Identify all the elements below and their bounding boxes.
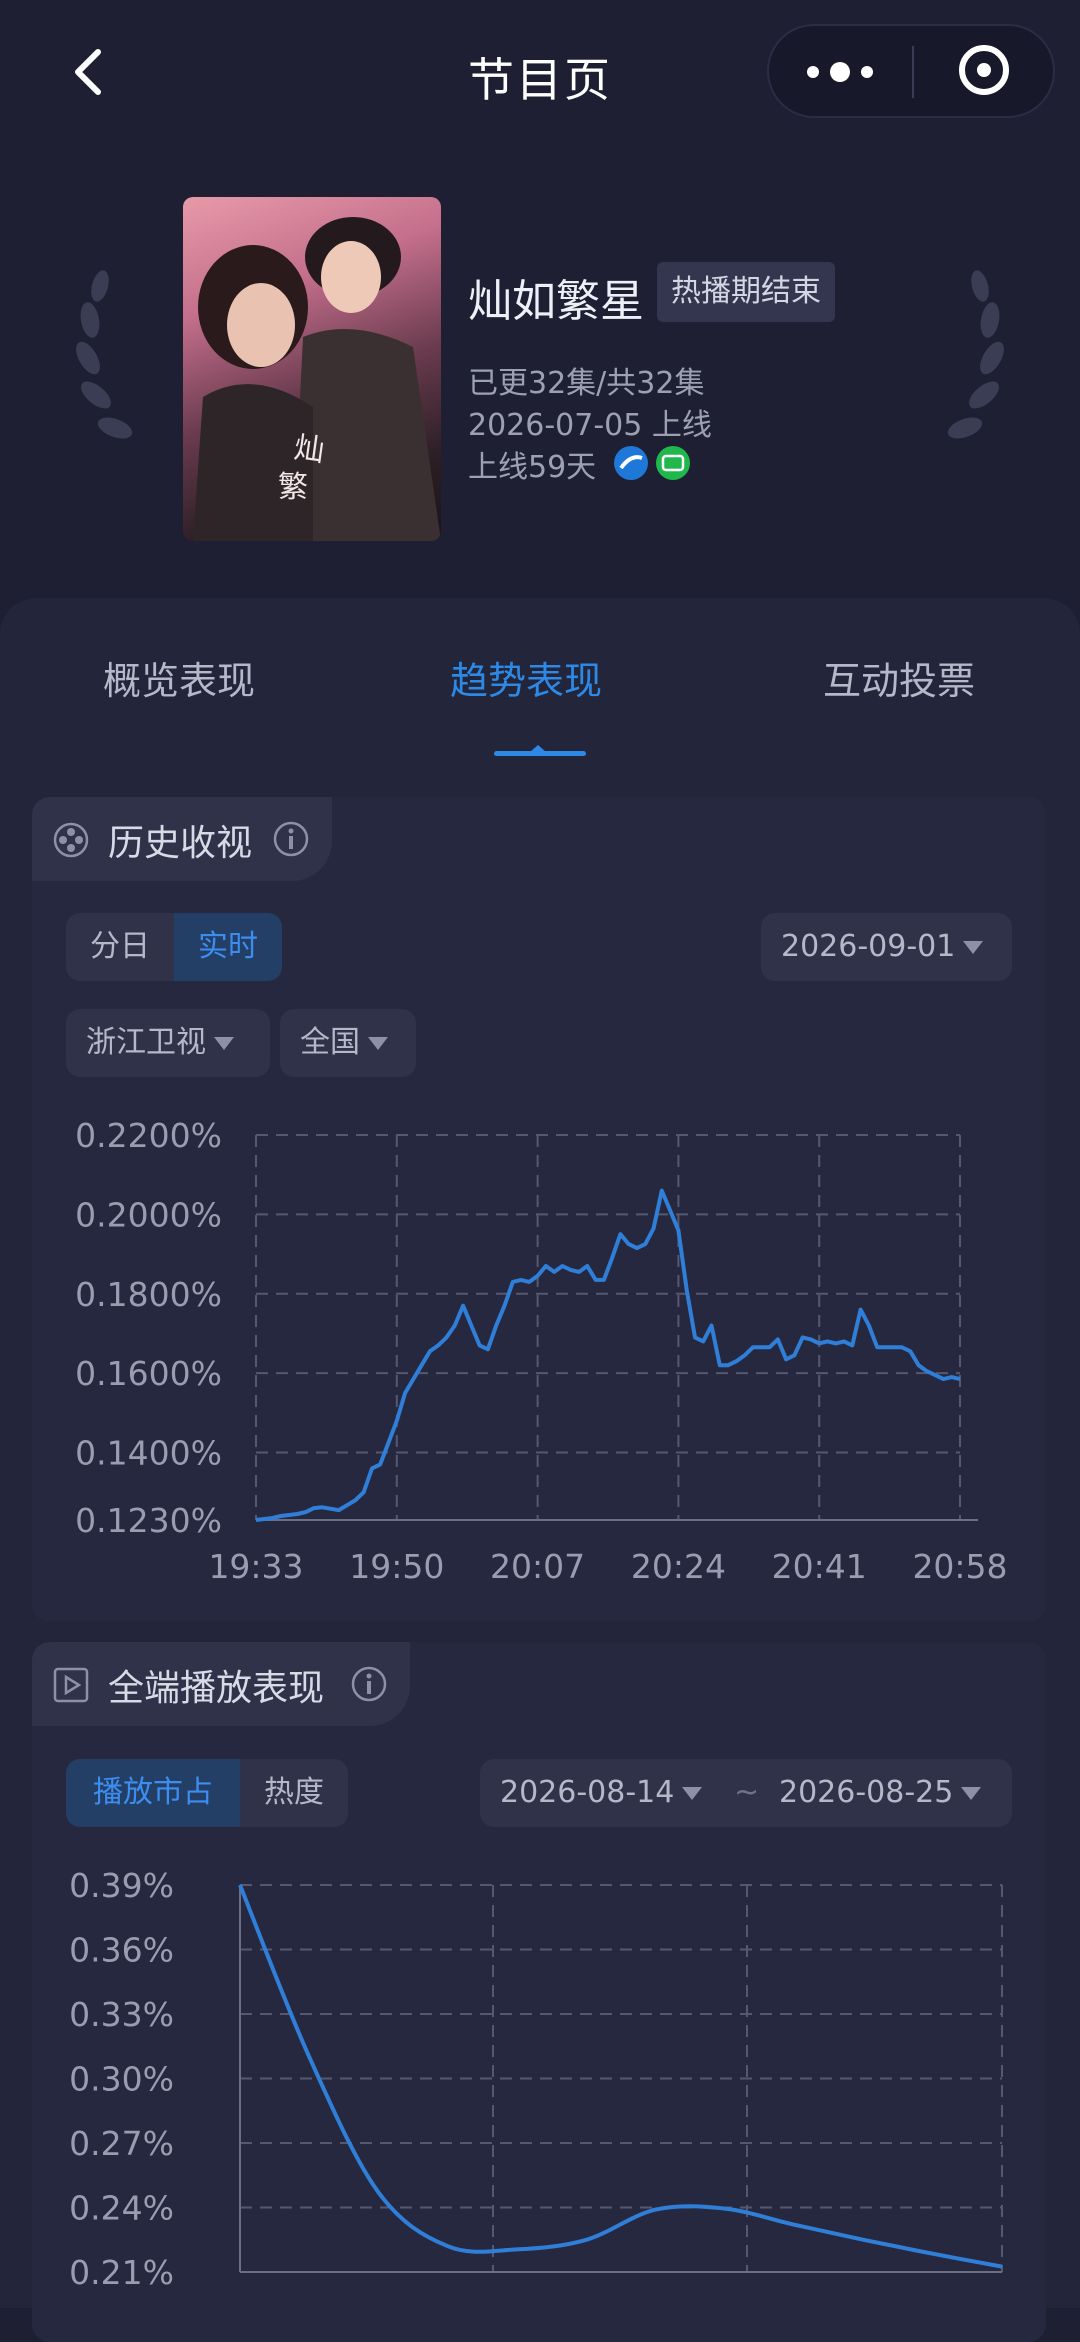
nav-bar: 节目页: [0, 0, 1080, 150]
date-range-picker: 2026-08-14 ~ 2026-08-25: [480, 1759, 1012, 1827]
miniprogram-capsule: [767, 24, 1055, 118]
x-tick-label: 20:07: [490, 1547, 585, 1586]
y-tick-label: 0.24%: [69, 2189, 174, 2228]
history-ratings-chart: 0.2200% 0.2000% 0.1800% 0.1600% 0.1400% 0.123…: [75, 1116, 1007, 1586]
x-tick-label: 20:41: [772, 1547, 867, 1586]
laurel-right-icon: [947, 270, 1004, 439]
svg-text:灿: 灿: [292, 430, 327, 469]
region-select[interactable]: 全国: [280, 1009, 416, 1077]
y-tick-label: 0.2000%: [75, 1195, 222, 1234]
tab-overview[interactable]: 概览表现: [103, 650, 255, 705]
date-to-select[interactable]: 2026-08-25: [779, 1759, 982, 1827]
toggle-realtime[interactable]: 实时: [174, 913, 282, 981]
date-from-select[interactable]: 2026-08-14: [500, 1759, 703, 1827]
playback-card-header: 全端播放表现: [32, 1642, 410, 1726]
dropdown-arrow-icon: [682, 1787, 703, 1800]
info-icon[interactable]: [350, 1665, 388, 1703]
x-tick-label: 19:33: [208, 1547, 303, 1586]
more-icon[interactable]: [807, 62, 877, 82]
x-tick-label: 20:58: [912, 1547, 1007, 1586]
episode-count: 已更32集/共32集: [468, 366, 705, 401]
tab-trend[interactable]: 趋势表现: [450, 650, 602, 705]
film-reel-icon: [53, 822, 89, 858]
online-date: 2026-07-05 上线: [468, 408, 712, 443]
tab-vote[interactable]: 互动投票: [823, 650, 975, 705]
y-tick-label: 0.1400%: [75, 1434, 222, 1473]
show-title: 灿如繁星: [468, 276, 644, 327]
y-tick-label: 0.1600%: [75, 1354, 222, 1393]
play-box-icon: [53, 1667, 89, 1703]
history-card-title: 历史收视: [108, 823, 253, 864]
y-tick-label: 0.30%: [69, 2060, 174, 2099]
channel-value: 浙江卫视: [86, 1025, 206, 1060]
region-value: 全国: [300, 1025, 360, 1060]
capsule-divider: [912, 46, 914, 98]
y-tick-label: 0.39%: [69, 1866, 174, 1905]
close-target-icon[interactable]: [959, 45, 1009, 95]
toggle-heat[interactable]: 热度: [240, 1759, 348, 1827]
y-tick-label: 0.1800%: [75, 1275, 222, 1314]
dropdown-arrow-icon: [963, 941, 984, 954]
toggle-market-share[interactable]: 播放市占: [66, 1759, 240, 1827]
range-separator: ~: [734, 1775, 760, 1810]
playback-mode-toggle: 播放市占 热度: [66, 1759, 348, 1827]
dropdown-arrow-icon: [961, 1787, 982, 1800]
market-share-line: [238, 1884, 1003, 2269]
history-mode-toggle: 分日 实时: [66, 913, 282, 981]
x-tick-label: 19:50: [349, 1547, 444, 1586]
laurel-left-icon: [76, 270, 133, 439]
toggle-daily[interactable]: 分日: [66, 913, 174, 981]
dropdown-arrow-icon: [368, 1037, 388, 1050]
iqiyi-icon: [656, 446, 690, 480]
y-tick-label: 0.2200%: [75, 1116, 222, 1155]
history-date-value: 2026-09-01: [781, 929, 956, 964]
svg-text:繁: 繁: [278, 470, 308, 505]
y-tick-label: 0.36%: [69, 1931, 174, 1970]
ratings-line: [255, 1188, 961, 1522]
y-tick-label: 0.27%: [69, 2124, 174, 2163]
history-ratings-card: 历史收视 分日 实时 2026-09-01 浙江卫视 全国 0.2200% 0.2…: [32, 797, 1046, 1622]
info-icon[interactable]: [272, 820, 310, 858]
tab-indicator-notch: [530, 745, 546, 752]
days-online: 上线59天: [468, 450, 597, 485]
history-card-header: 历史收视: [32, 797, 332, 881]
poster-art-icon: 灿 繁: [193, 217, 441, 541]
dropdown-arrow-icon: [214, 1037, 234, 1050]
playback-card-title: 全端播放表现: [108, 1668, 325, 1709]
history-date-select[interactable]: 2026-09-01: [761, 913, 1012, 981]
date-from-value: 2026-08-14: [500, 1775, 675, 1810]
channel-select[interactable]: 浙江卫视: [66, 1009, 270, 1077]
date-to-value: 2026-08-25: [779, 1775, 954, 1810]
x-tick-label: 20:24: [631, 1547, 726, 1586]
status-badge: 热播期结束: [657, 262, 835, 322]
y-tick-label: 0.1230%: [75, 1501, 222, 1540]
playback-share-chart: 0.39% 0.36% 0.33% 0.30% 0.27% 0.24% 0.21%: [69, 1866, 1003, 2292]
y-tick-label: 0.21%: [69, 2253, 174, 2292]
show-poster[interactable]: 灿 繁: [183, 197, 441, 541]
playback-card: 全端播放表现 播放市占 热度 2026-08-14 ~ 2026-08-25 0…: [32, 1642, 1046, 2342]
zhejiang-tv-icon: [614, 446, 648, 480]
y-tick-label: 0.33%: [69, 1995, 174, 2034]
